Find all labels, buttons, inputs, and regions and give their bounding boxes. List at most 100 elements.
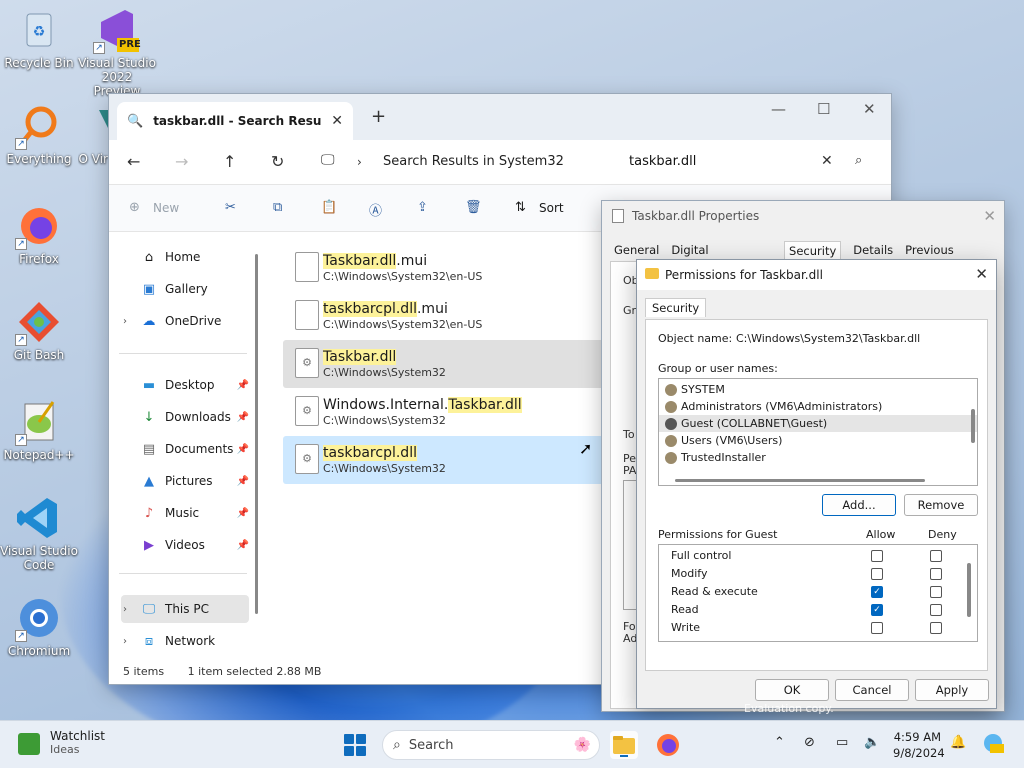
file-explorer-taskbar-button[interactable] bbox=[610, 731, 638, 759]
deny-checkbox[interactable] bbox=[930, 568, 942, 580]
list-item[interactable]: Guest (COLLABNET\Guest) bbox=[659, 415, 977, 432]
list-item[interactable]: Users (VM6\Users) bbox=[659, 432, 977, 449]
desktop-icon-partial[interactable]: O Vir bbox=[78, 104, 108, 166]
desktop-icon-git-bash[interactable]: ↗ Git Bash bbox=[0, 300, 78, 362]
explorer-tab[interactable]: 🔍 taskbar.dll - Search Results in S ✕ bbox=[117, 102, 353, 140]
maximize-button[interactable]: ☐ bbox=[817, 100, 830, 118]
copy-icon[interactable]: ⧉ bbox=[273, 200, 282, 215]
clock[interactable]: 4:59 AM 9/8/2024 bbox=[893, 729, 945, 761]
volume-icon[interactable]: 🔈 bbox=[864, 735, 880, 750]
sidebar-item-this-pc[interactable]: › 🖵 This PC bbox=[121, 595, 249, 623]
deny-checkbox[interactable] bbox=[930, 550, 942, 562]
delete-icon[interactable]: 🗑 bbox=[465, 200, 482, 215]
list-item[interactable]: SYSTEM bbox=[659, 381, 977, 398]
remove-button[interactable]: Remove bbox=[904, 494, 978, 516]
pin-icon[interactable]: 📌 bbox=[237, 508, 249, 519]
sidebar-item-downloads[interactable]: ↓ Downloads 📌 bbox=[121, 403, 249, 431]
desktop-icon-notepad-plus-plus[interactable]: ↗ Notepad++ bbox=[0, 400, 78, 462]
pin-icon[interactable]: 📌 bbox=[237, 540, 249, 551]
users-list[interactable]: SYSTEM Administrators (VM6\Administrator… bbox=[658, 378, 978, 486]
apply-button[interactable]: Apply bbox=[915, 679, 989, 701]
sidebar-item-gallery[interactable]: ▣ Gallery bbox=[121, 275, 249, 303]
up-arrow-icon[interactable]: ↑ bbox=[223, 152, 236, 171]
pin-icon[interactable]: 📌 bbox=[237, 476, 249, 487]
chevron-right-icon[interactable]: › bbox=[123, 316, 127, 327]
breadcrumb[interactable]: Search Results in System32 bbox=[383, 154, 564, 169]
allow-checkbox[interactable]: ✓ bbox=[871, 604, 883, 616]
sort-icon[interactable]: ⇅ bbox=[515, 200, 526, 215]
desktop-icon-recycle-bin[interactable]: ♻ Recycle Bin bbox=[0, 8, 78, 70]
close-tab-icon[interactable]: ✕ bbox=[331, 113, 343, 129]
svg-text:♻: ♻ bbox=[33, 24, 46, 40]
deny-checkbox[interactable] bbox=[930, 586, 942, 598]
close-button[interactable]: ✕ bbox=[863, 100, 876, 118]
forward-arrow-icon[interactable]: → bbox=[175, 152, 188, 171]
desktop-icon-everything[interactable]: ↗ Everything bbox=[0, 104, 78, 166]
list-item[interactable]: ⚙ Taskbar.dll C:\Windows\System32 bbox=[283, 340, 613, 388]
scrollbar[interactable] bbox=[675, 479, 925, 482]
desktop-icon-firefox[interactable]: ↗ Firefox bbox=[0, 204, 78, 266]
notification-bell-icon[interactable]: 🔔 bbox=[950, 735, 966, 750]
start-button[interactable] bbox=[344, 734, 366, 756]
allow-checkbox[interactable]: ✓ bbox=[871, 586, 883, 598]
deny-checkbox[interactable] bbox=[930, 622, 942, 634]
chevron-right-icon[interactable]: › bbox=[123, 604, 127, 615]
pin-icon[interactable]: 📌 bbox=[237, 380, 249, 391]
sidebar-item-documents[interactable]: ▤ Documents 📌 bbox=[121, 435, 249, 463]
allow-checkbox[interactable] bbox=[871, 568, 883, 580]
network-offline-icon[interactable]: ⊘ bbox=[804, 735, 815, 750]
close-icon[interactable]: ✕ bbox=[983, 207, 996, 225]
refresh-icon[interactable]: ↻ bbox=[271, 152, 284, 171]
search-input[interactable]: taskbar.dll bbox=[629, 154, 696, 169]
list-item[interactable]: Taskbar.dll.mui C:\Windows\System32\en-U… bbox=[283, 244, 613, 292]
sidebar-item-onedrive[interactable]: › ☁ OneDrive bbox=[121, 307, 249, 335]
cancel-button[interactable]: Cancel bbox=[835, 679, 909, 701]
new-plus-icon[interactable]: ⊕ bbox=[129, 200, 140, 215]
deny-checkbox[interactable] bbox=[930, 604, 942, 616]
chevron-right-icon[interactable]: › bbox=[357, 155, 362, 169]
share-icon[interactable]: ⇪ bbox=[417, 200, 428, 215]
sidebar-item-music[interactable]: ♪ Music 📌 bbox=[121, 499, 249, 527]
pin-icon[interactable]: 📌 bbox=[237, 412, 249, 423]
cut-icon[interactable]: ✂ bbox=[225, 200, 236, 215]
paste-icon[interactable]: 📋 bbox=[321, 200, 337, 215]
minimize-button[interactable]: — bbox=[771, 100, 786, 118]
sidebar-item-videos[interactable]: ▶ Videos 📌 bbox=[121, 531, 249, 559]
add-button[interactable]: Add... bbox=[822, 494, 896, 516]
scrollbar[interactable] bbox=[971, 409, 975, 443]
desktop-icon-visual-studio[interactable]: PRE ↗ Visual Studio 2022 Preview bbox=[78, 8, 156, 98]
copilot-icon[interactable] bbox=[982, 732, 1004, 758]
clear-search-icon[interactable]: ✕ bbox=[821, 153, 833, 169]
search-icon[interactable]: ⌕ bbox=[855, 153, 862, 168]
back-arrow-icon[interactable]: ← bbox=[127, 152, 140, 171]
sort-button[interactable]: Sort bbox=[539, 201, 564, 215]
list-item[interactable]: TrustedInstaller bbox=[659, 449, 977, 466]
tab-security[interactable]: Security bbox=[645, 298, 707, 317]
scrollbar[interactable] bbox=[967, 563, 971, 617]
chevron-up-icon[interactable]: ⌃ bbox=[774, 735, 785, 750]
taskbar-search[interactable]: ⌕ Search 🌸 bbox=[382, 730, 600, 760]
list-item[interactable]: ⚙ Windows.Internal.Taskbar.dll C:\Window… bbox=[283, 388, 613, 436]
list-item[interactable]: ⚙ taskbarcpl.dll C:\Windows\System32 bbox=[283, 436, 613, 484]
firefox-taskbar-button[interactable] bbox=[654, 731, 682, 759]
chevron-right-icon[interactable]: › bbox=[123, 636, 127, 647]
rename-icon[interactable]: Ⓐ bbox=[369, 200, 382, 219]
new-button[interactable]: New bbox=[153, 201, 179, 215]
sidebar-scrollbar[interactable] bbox=[255, 254, 258, 614]
allow-checkbox[interactable] bbox=[871, 550, 883, 562]
desktop-icon-vscode[interactable]: Visual Studio Code bbox=[0, 496, 78, 572]
list-item[interactable]: Administrators (VM6\Administrators) bbox=[659, 398, 977, 415]
display-icon[interactable]: ▭ bbox=[836, 735, 848, 750]
widgets-button[interactable]: Watchlist Ideas bbox=[18, 729, 105, 756]
sidebar-item-home[interactable]: ⌂ Home bbox=[121, 243, 249, 271]
pin-icon[interactable]: 📌 bbox=[237, 444, 249, 455]
list-item[interactable]: taskbarcpl.dll.mui C:\Windows\System32\e… bbox=[283, 292, 613, 340]
sidebar-item-desktop[interactable]: ▬ Desktop 📌 bbox=[121, 371, 249, 399]
new-tab-button[interactable]: + bbox=[371, 106, 386, 127]
desktop-icon-chromium[interactable]: ↗ Chromium bbox=[0, 596, 78, 658]
close-icon[interactable]: ✕ bbox=[975, 265, 988, 283]
sidebar-item-network[interactable]: › ⧈ Network bbox=[121, 627, 249, 655]
ok-button[interactable]: OK bbox=[755, 679, 829, 701]
allow-checkbox[interactable] bbox=[871, 622, 883, 634]
sidebar-item-pictures[interactable]: ▲ Pictures 📌 bbox=[121, 467, 249, 495]
